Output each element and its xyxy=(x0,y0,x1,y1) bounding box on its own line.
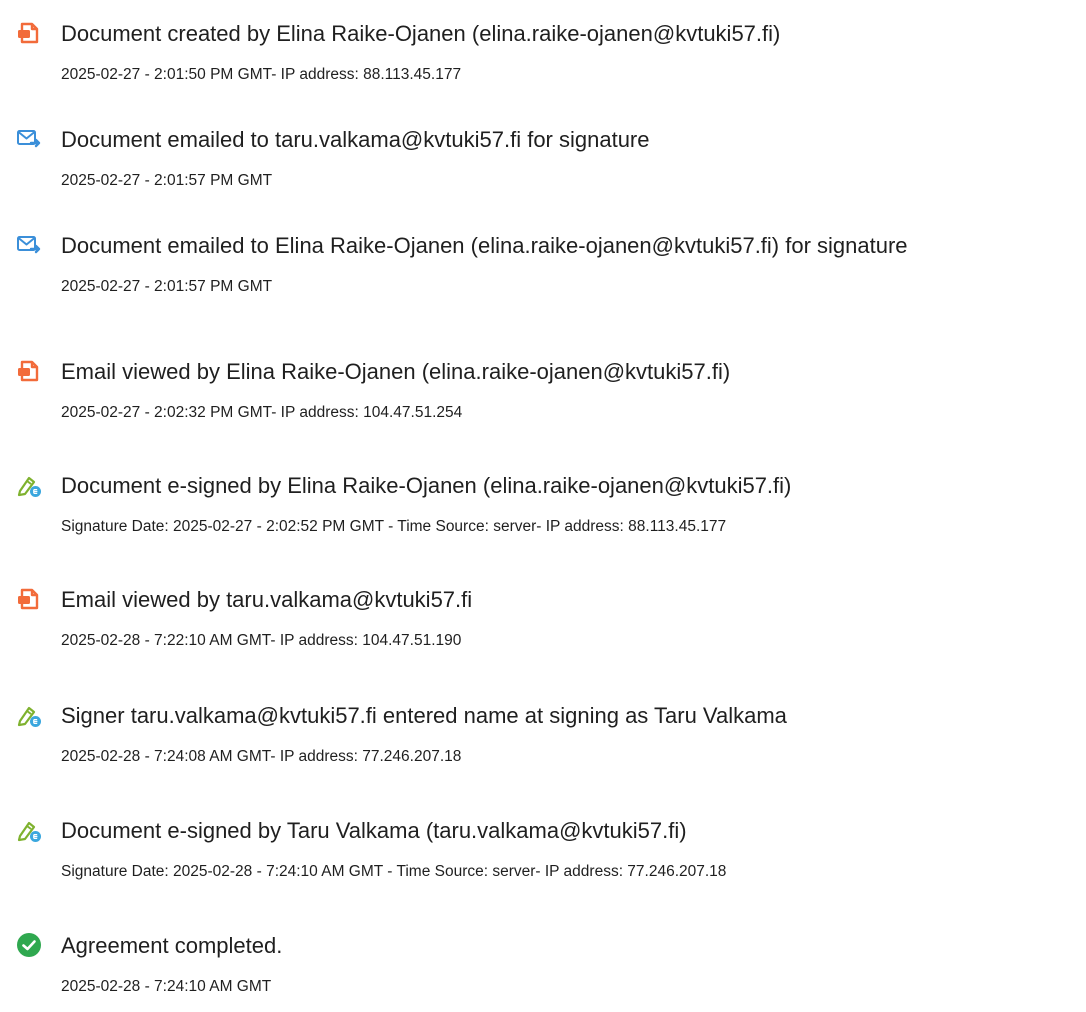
event-title: Signer taru.valkama@kvtuki57.fi entered … xyxy=(61,703,787,728)
event-document-emailed: Document emailed to taru.valkama@kvtuki5… xyxy=(0,126,1086,206)
event-signer-entered-name: Signer taru.valkama@kvtuki57.fi entered … xyxy=(0,702,1086,782)
event-timestamp: 2025-02-27 - 2:01:57 PM GMT xyxy=(61,172,273,189)
event-title: Email viewed by Elina Raike-Ojanen (elin… xyxy=(61,359,731,384)
event-timestamp: Signature Date: 2025-02-27 - 2:02:52 PM … xyxy=(61,518,727,535)
event-timestamp: 2025-02-28 - 7:24:10 AM GMT xyxy=(61,978,272,995)
event-document-emailed: Document emailed to Elina Raike-Ojanen (… xyxy=(0,232,1086,312)
document-created-icon xyxy=(16,20,42,46)
e-sign-pen-icon xyxy=(16,817,42,843)
event-timestamp: 2025-02-28 - 7:24:08 AM GMT- IP address:… xyxy=(61,748,462,765)
event-timestamp: 2025-02-27 - 2:01:50 PM GMT- IP address:… xyxy=(61,66,462,83)
e-sign-pen-icon xyxy=(16,702,42,728)
event-title: Document emailed to taru.valkama@kvtuki5… xyxy=(61,127,650,152)
event-title: Document e-signed by Elina Raike-Ojanen … xyxy=(61,473,792,498)
event-title: Document emailed to Elina Raike-Ojanen (… xyxy=(61,233,908,258)
event-timestamp: 2025-02-27 - 2:02:32 PM GMT- IP address:… xyxy=(61,404,463,421)
event-title: Agreement completed. xyxy=(61,933,283,958)
event-email-viewed: Email viewed by taru.valkama@kvtuki57.fi… xyxy=(0,586,1086,666)
document-created-icon xyxy=(16,586,42,612)
event-title: Email viewed by taru.valkama@kvtuki57.fi xyxy=(61,587,473,612)
event-title: Document e-signed by Taru Valkama (taru.… xyxy=(61,818,687,843)
event-title: Document created by Elina Raike-Ojanen (… xyxy=(61,21,781,46)
event-document-e-signed: Document e-signed by Taru Valkama (taru.… xyxy=(0,817,1086,897)
event-timestamp: 2025-02-28 - 7:22:10 AM GMT- IP address:… xyxy=(61,632,462,649)
event-timestamp: Signature Date: 2025-02-28 - 7:24:10 AM … xyxy=(61,863,727,880)
document-created-icon xyxy=(16,358,42,384)
event-timestamp: 2025-02-27 - 2:01:57 PM GMT xyxy=(61,278,273,295)
event-document-created: Document created by Elina Raike-Ojanen (… xyxy=(0,20,1086,100)
email-sent-icon xyxy=(16,126,42,152)
email-sent-icon xyxy=(16,232,42,258)
event-agreement-completed: Agreement completed. 2025-02-28 - 7:24:1… xyxy=(0,932,1086,1012)
e-sign-pen-icon xyxy=(16,472,42,498)
checkmark-circle-icon xyxy=(16,932,42,958)
event-document-e-signed: Document e-signed by Elina Raike-Ojanen … xyxy=(0,472,1086,552)
event-email-viewed: Email viewed by Elina Raike-Ojanen (elin… xyxy=(0,358,1086,438)
